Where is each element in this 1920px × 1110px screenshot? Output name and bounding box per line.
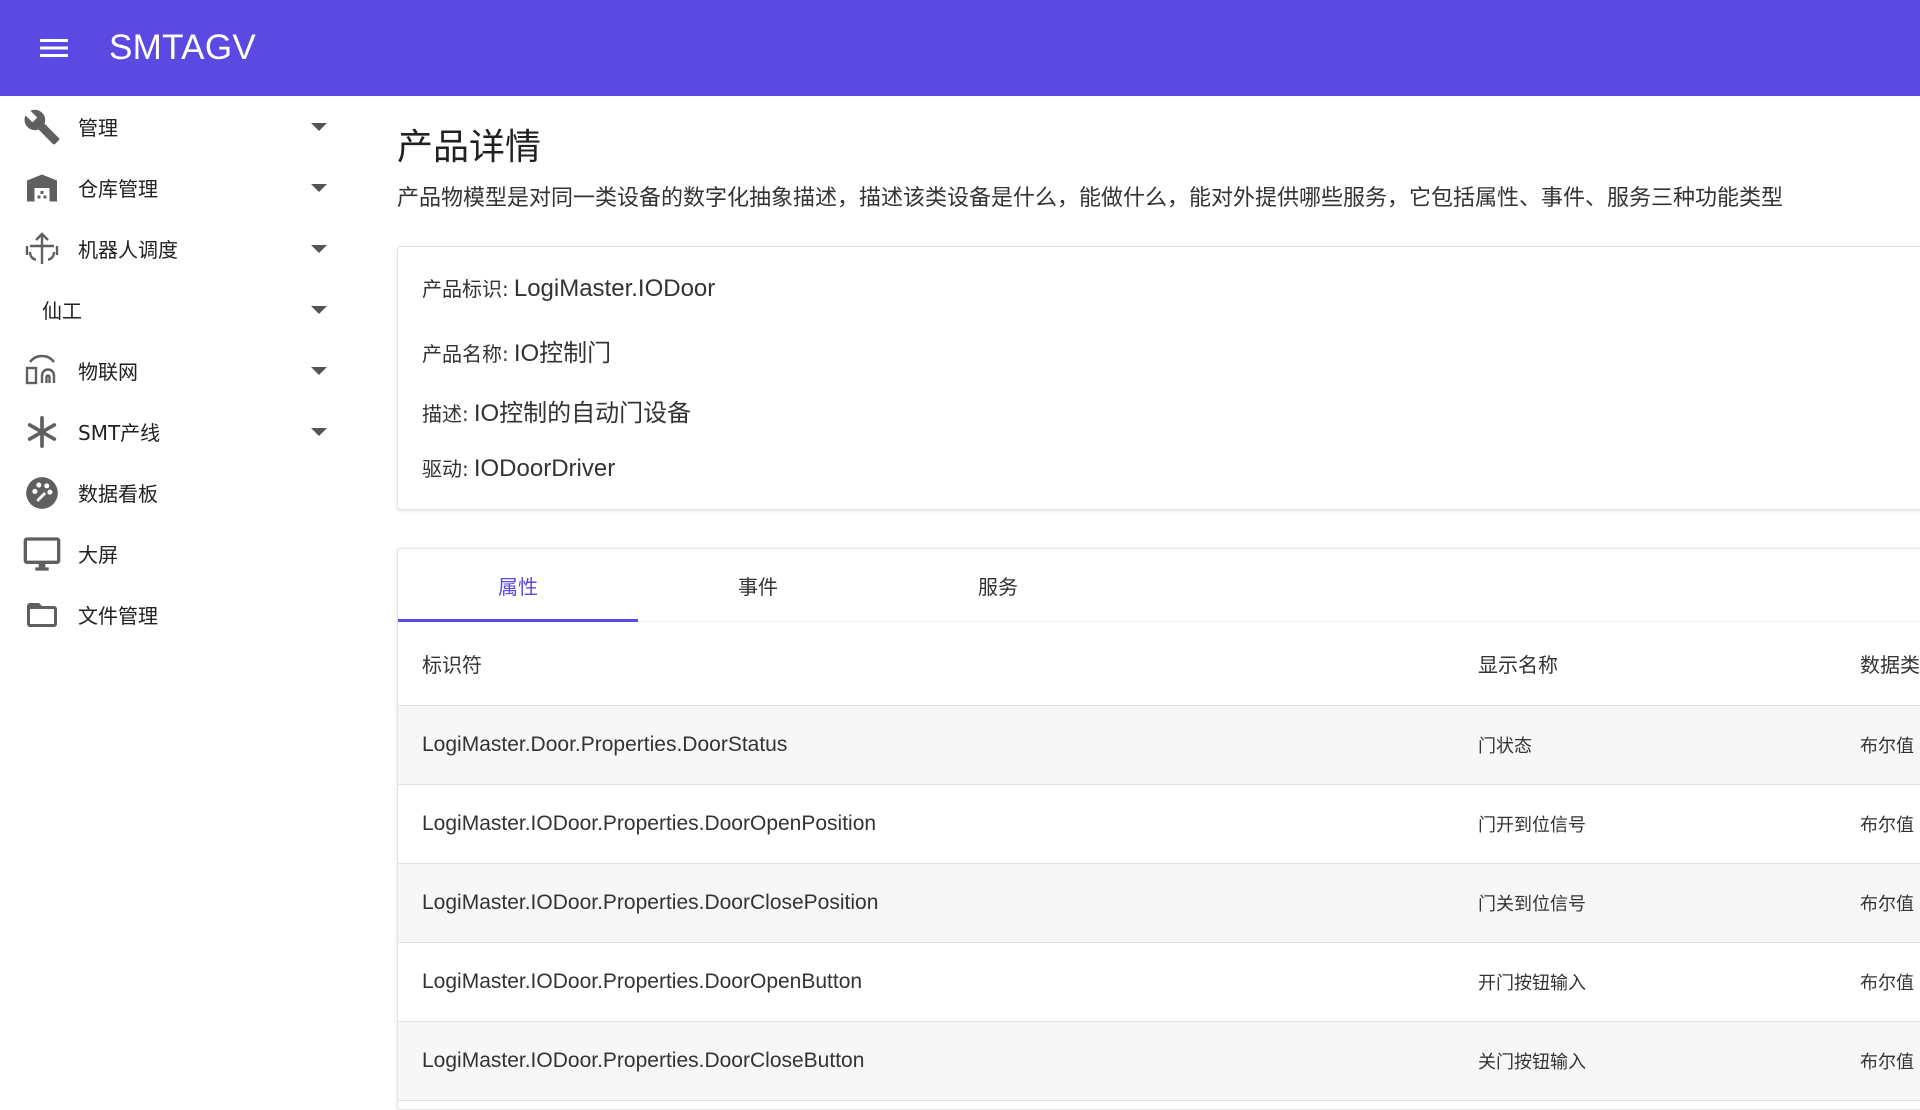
cell-display-name: 开门按钮输入 — [1454, 942, 1836, 1022]
cell-identifier: LogiMaster.IODoor.Properties.DoorOpenPos… — [398, 784, 1454, 864]
cell-identifier: LogiMaster.IODoor.Properties.DoorClosePo… — [398, 863, 1454, 943]
sidebar-item-file-management[interactable]: 文件管理 — [0, 584, 340, 645]
sidebar-item-smt-line[interactable]: SMT产线 — [0, 401, 340, 462]
product-name-row: 产品名称: IO控制门 — [422, 333, 611, 368]
app-title: SMTAGV — [109, 28, 256, 67]
chevron-down-icon — [311, 183, 327, 192]
tab-events[interactable]: 事件 — [638, 549, 878, 621]
column-header-data-type[interactable]: 数据类型 — [1836, 621, 1920, 706]
wrench-icon — [22, 107, 62, 147]
chevron-down-icon — [311, 427, 327, 436]
monitor-icon — [22, 534, 62, 574]
sidebar-item-dashboard[interactable]: 数据看板 — [0, 462, 340, 523]
tab-services[interactable]: 服务 — [878, 549, 1118, 621]
chevron-down-icon — [311, 122, 327, 131]
sidebar-item-label: 物联网 — [78, 360, 138, 384]
app-bar: SMTAGV — [0, 0, 1920, 96]
table-row[interactable]: LogiMaster.Door.Properties.DoorStatus 门状… — [398, 705, 1920, 785]
cell-display-name: 门开到位信号 — [1454, 784, 1836, 864]
folder-icon — [22, 595, 62, 635]
sidebar: 管理 仓库管理 机器人调度 仙工 物联网 SMT产线 数据看板 大屏 文件管理 — [0, 96, 340, 1080]
hamburger-icon — [40, 39, 68, 57]
asterisk-icon — [22, 412, 62, 452]
table-row[interactable]: LogiMaster.IODoor.Properties.DoorClosePo… — [398, 863, 1920, 943]
menu-button[interactable] — [27, 21, 81, 75]
cell-identifier: LogiMaster.Door.Properties.DoorStatus — [398, 705, 1454, 785]
product-driver-row: 驱动: IODoorDriver — [422, 453, 615, 483]
main-content: 产品详情 产品物模型是对同一类设备的数字化抽象描述，描述该类设备是什么，能做什么… — [397, 96, 1920, 1110]
sidebar-item-label: 文件管理 — [78, 604, 158, 628]
sidebar-item-label: 数据看板 — [78, 482, 158, 506]
palette-icon — [22, 473, 62, 513]
product-info-card: 产品标识: LogiMaster.IODoor 产品名称: IO控制门 描述: … — [397, 246, 1920, 510]
sidebar-item-label: 大屏 — [78, 543, 118, 567]
product-id-label: 产品标识: — [422, 277, 509, 301]
sidebar-item-label: SMT产线 — [78, 421, 161, 445]
cell-data-type: 布尔值 — [1836, 1021, 1920, 1101]
properties-table: 标识符 显示名称 数据类型 LogiMaster.Door.Properties… — [398, 621, 1920, 1101]
cell-display-name: 门关到位信号 — [1454, 863, 1836, 943]
chevron-down-icon — [311, 305, 327, 314]
product-desc-value: IO控制的自动门设备 — [473, 400, 692, 427]
product-driver-label: 驱动: — [422, 457, 469, 481]
sidebar-item-label: 管理 — [78, 116, 118, 140]
product-desc-row: 描述: IO控制的自动门设备 — [422, 393, 691, 428]
column-header-identifier[interactable]: 标识符 — [398, 621, 1454, 706]
page-description: 产品物模型是对同一类设备的数字化抽象描述，描述该类设备是什么，能做什么，能对外提… — [397, 186, 1784, 211]
table-row[interactable]: LogiMaster.IODoor.Properties.DoorCloseBu… — [398, 1021, 1920, 1101]
model-tabs-card: 属性 事件 服务 标识符 显示名称 数据类型 LogiMaster.Door.P… — [397, 548, 1920, 1110]
cell-data-type: 布尔值 — [1836, 705, 1920, 785]
robot-dispatch-icon — [22, 229, 62, 269]
product-name-value: IO控制门 — [513, 340, 612, 367]
cell-identifier: LogiMaster.IODoor.Properties.DoorOpenBut… — [398, 942, 1454, 1022]
table-header-row: 标识符 显示名称 数据类型 — [398, 621, 1920, 706]
cell-data-type: 布尔值 — [1836, 784, 1920, 864]
table-row[interactable]: LogiMaster.IODoor.Properties.DoorOpenBut… — [398, 942, 1920, 1022]
sidebar-item-robot-dispatch[interactable]: 机器人调度 — [0, 218, 340, 279]
column-header-display-name[interactable]: 显示名称 — [1454, 621, 1836, 706]
product-id-value: LogiMaster.IODoor — [513, 275, 716, 302]
tab-properties[interactable]: 属性 — [398, 549, 638, 621]
sidebar-item-label: 机器人调度 — [78, 238, 178, 262]
product-id-row: 产品标识: LogiMaster.IODoor — [422, 273, 715, 303]
product-driver-value: IODoorDriver — [473, 455, 616, 482]
sidebar-item-xiangong[interactable]: 仙工 — [0, 279, 340, 340]
tab-bar: 属性 事件 服务 — [398, 549, 1920, 622]
cell-display-name: 门状态 — [1454, 705, 1836, 785]
sidebar-item-warehouse[interactable]: 仓库管理 — [0, 157, 340, 218]
warehouse-icon — [22, 168, 62, 208]
iot-icon — [22, 351, 62, 391]
sidebar-item-label: 仓库管理 — [78, 177, 158, 201]
product-desc-label: 描述: — [422, 402, 469, 426]
sidebar-item-big-screen[interactable]: 大屏 — [0, 523, 340, 584]
chevron-down-icon — [311, 366, 327, 375]
cell-data-type: 布尔值 — [1836, 863, 1920, 943]
cell-data-type: 布尔值 — [1836, 942, 1920, 1022]
sidebar-item-management[interactable]: 管理 — [0, 96, 340, 157]
sidebar-item-label: 仙工 — [42, 299, 82, 323]
product-name-label: 产品名称: — [422, 342, 509, 366]
cell-identifier: LogiMaster.IODoor.Properties.DoorCloseBu… — [398, 1021, 1454, 1101]
table-row[interactable]: LogiMaster.IODoor.Properties.DoorOpenPos… — [398, 784, 1920, 864]
chevron-down-icon — [311, 244, 327, 253]
sidebar-item-iot[interactable]: 物联网 — [0, 340, 340, 401]
page-title: 产品详情 — [397, 127, 542, 168]
cell-display-name: 关门按钮输入 — [1454, 1021, 1836, 1101]
